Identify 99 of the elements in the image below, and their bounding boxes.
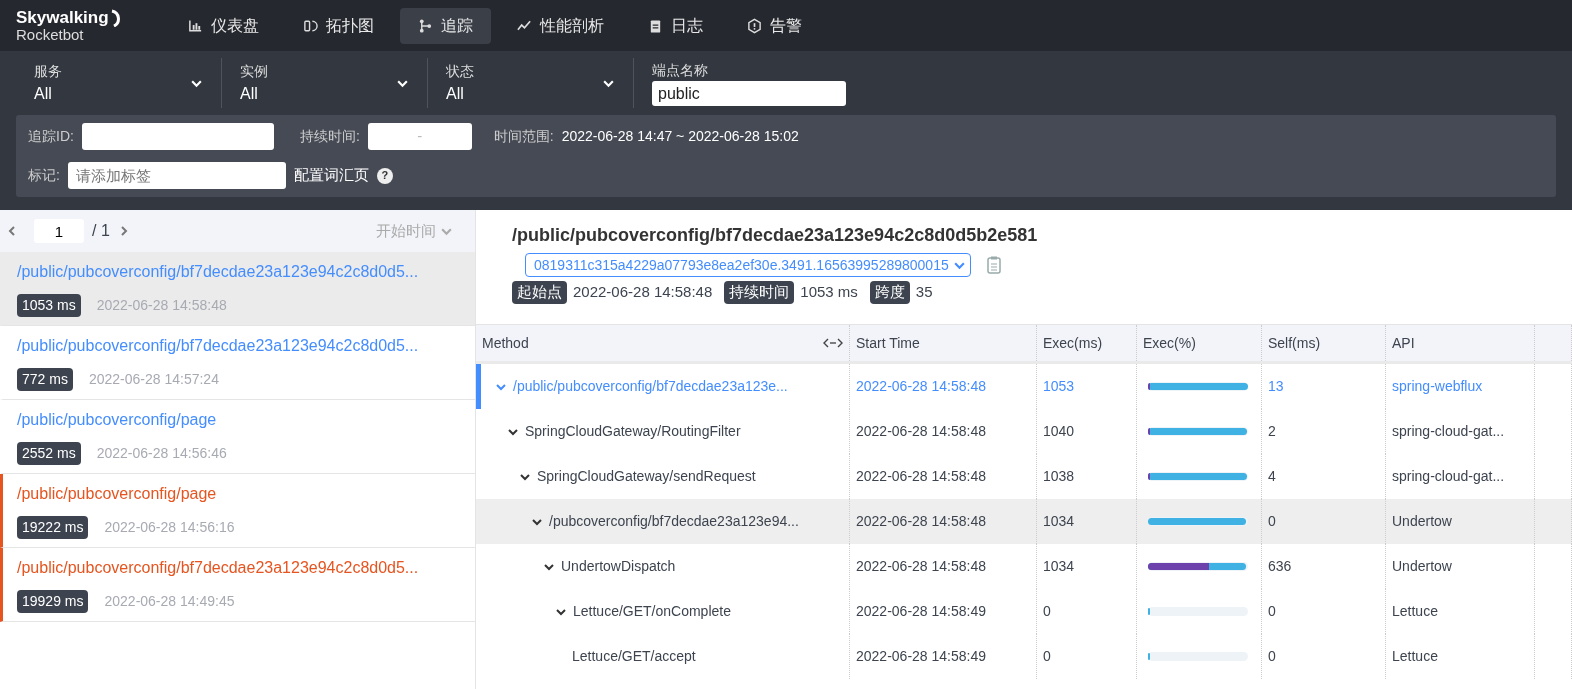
api-name: spring-webflux	[1392, 377, 1483, 396]
start-time: 2022-06-28 14:58:48	[856, 512, 986, 531]
filter-select[interactable]: 实例 All	[222, 58, 428, 108]
api-name: spring-cloud-gat...	[1392, 422, 1505, 441]
start-time: 2022-06-28 14:58:49	[856, 647, 986, 666]
trace-time: 2022-06-28 14:56:46	[96, 444, 227, 463]
column-header: Exec(ms)	[1043, 333, 1103, 353]
field-label: 持续时间:	[299, 127, 360, 146]
trace-id-field[interactable]	[81, 123, 274, 150]
meta-value: 2022-06-28 14:58:48	[573, 282, 713, 302]
duration-tag: 772 ms	[17, 368, 73, 391]
exec-ms: 0	[1043, 647, 1051, 666]
column-header: Method	[482, 333, 530, 353]
exec-ms: 1038	[1043, 467, 1075, 486]
trace-time: 2022-06-28 14:58:48	[96, 296, 227, 315]
self-ms: 0	[1268, 602, 1276, 621]
nav-tab[interactable]: 告警	[729, 7, 820, 44]
duration-tag: 19222 ms	[17, 516, 89, 539]
self-ms: 0	[1268, 647, 1276, 666]
field-label: 追踪ID:	[28, 127, 74, 146]
span-method: SpringCloudGateway/sendRequest	[537, 467, 756, 486]
span-row[interactable]: SpringCloudGateway/RoutingFilter 2022-06-28 14:58:48 1040 2 spring-cloud-gat...	[476, 409, 1572, 454]
start-time: 2022-06-28 14:58:49	[856, 602, 986, 621]
span-row[interactable]: Lettuce/GET/accept 2022-06-28 14:58:49 0 0 Lettuce	[476, 634, 1572, 679]
column-header: API	[1392, 333, 1415, 353]
span-row[interactable]: Lettuce/GET/onComplete 2022-06-28 14:58:49 0 0 Lettuce	[476, 589, 1572, 634]
column-header: Start Time	[856, 333, 920, 353]
meta-tag: 起始点	[512, 281, 567, 304]
trace-time: 2022-06-28 14:57:24	[88, 370, 219, 389]
nav-tab[interactable]: 日志	[630, 7, 721, 44]
filter-select[interactable]: 状态 All	[428, 58, 634, 108]
api-name: Undertow	[1392, 557, 1452, 576]
trace-list-item[interactable]: /public/pubcoverconfig/page 2552 ms 2022-06-28 14:56:46	[0, 400, 475, 474]
clipboard-icon[interactable]	[986, 256, 1001, 274]
span-method: SpringCloudGateway/RoutingFilter	[525, 422, 741, 441]
start-time: 2022-06-28 14:58:48	[856, 422, 986, 441]
nav-tab[interactable]: 拓扑图	[285, 7, 392, 44]
field-label: 标记:	[28, 166, 60, 185]
self-ms: 4	[1268, 467, 1276, 486]
api-name: Lettuce	[1392, 647, 1438, 666]
span-method: UndertowDispatch	[561, 557, 676, 576]
chart-icon	[188, 17, 203, 34]
api-name: Undertow	[1392, 512, 1452, 531]
exec-ms: 1034	[1043, 557, 1075, 576]
clipboard-icon	[648, 17, 663, 34]
start-time: 2022-06-28 14:58:48	[856, 377, 986, 396]
self-ms: 636	[1268, 557, 1292, 576]
tags-field[interactable]: 请添加标签	[67, 162, 286, 189]
branch-icon	[418, 17, 433, 34]
config-link[interactable]: 配置词汇页	[293, 164, 369, 187]
brand-subtitle: Rocketbot	[16, 27, 85, 42]
span-method: /pubcoverconfig/bf7decdae23a123e94...	[549, 512, 799, 531]
nav-tab[interactable]: 追踪	[400, 7, 491, 44]
self-ms: 13	[1268, 377, 1284, 396]
start-time: 2022-06-28 14:58:48	[856, 557, 986, 576]
meta-tag: 持续时间	[724, 281, 795, 304]
previous-page-icon[interactable]	[6, 225, 18, 237]
trace-list-item[interactable]: /public/pubcoverconfig/bf7decdae23a123e94c2c8d0d5... 772 ms 2022-06-28 14:57:24	[0, 326, 475, 400]
api-name: spring-cloud-gat...	[1392, 467, 1505, 486]
duration-tag: 1053 ms	[17, 294, 81, 317]
alert-icon	[747, 17, 762, 34]
endpoint-field[interactable]: public	[652, 81, 846, 106]
exec-ms: 1053	[1043, 377, 1075, 396]
meta-value: 1053 ms	[800, 282, 858, 302]
trace-time: 2022-06-28 14:49:45	[104, 592, 235, 611]
trace-list-item[interactable]: /public/pubcoverconfig/bf7decdae23a123e94c2c8d0d5... 1053 ms 2022-06-28 14:58:48	[0, 252, 475, 326]
brand-name: Skywalking	[16, 9, 109, 26]
nav-tab[interactable]: 仪表盘	[170, 7, 277, 44]
column-header: Self(ms)	[1268, 333, 1321, 353]
time-range-value: 2022-06-28 14:47 ~ 2022-06-28 15:02	[561, 127, 799, 146]
span-method: Lettuce/GET/accept	[572, 647, 696, 666]
trace-list-item[interactable]: /public/pubcoverconfig/page 19222 ms 2022-06-28 14:56:16	[0, 474, 475, 548]
filter-select[interactable]: 服务 All	[16, 58, 222, 108]
span-method: Lettuce/GET/onComplete	[573, 602, 731, 621]
exec-ms: 0	[1043, 602, 1051, 621]
meta-value: 35	[915, 282, 933, 302]
start-time: 2022-06-28 14:58:48	[856, 467, 986, 486]
exec-ms: 1034	[1043, 512, 1075, 531]
span-method: /public/pubcoverconfig/bf7decdae23a123e...	[513, 377, 788, 396]
field-label: 时间范围:	[493, 127, 554, 146]
duration-tag: 2552 ms	[17, 442, 81, 465]
self-ms: 2	[1268, 422, 1276, 441]
exec-ms: 1040	[1043, 422, 1075, 441]
span-row[interactable]: /pubcoverconfig/bf7decdae23a123e94... 2022-06-28 14:58:48 1034 0 Undertow	[476, 499, 1572, 544]
trace-title: /public/pubcoverconfig/bf7decdae23a123e94c2c8d0d5b2e581	[512, 224, 1039, 247]
trace-list-item[interactable]: /public/pubcoverconfig/bf7decdae23a123e94c2c8d0d5... 19929 ms 2022-06-28 14:49:45	[0, 548, 475, 622]
resize-icon[interactable]	[823, 338, 843, 348]
api-name: Lettuce	[1392, 602, 1438, 621]
help-icon[interactable]: ?	[376, 167, 393, 184]
duration-tag: 19929 ms	[17, 590, 89, 613]
page-total: / 1	[92, 221, 110, 241]
meta-tag: 跨度	[869, 281, 910, 304]
column-header: Exec(%)	[1143, 333, 1196, 353]
trace-time: 2022-06-28 14:56:16	[104, 518, 235, 537]
field-label: 端点名称	[652, 61, 709, 80]
page-field[interactable]: 1	[34, 219, 84, 243]
self-ms: 0	[1268, 512, 1276, 531]
span-row[interactable]: UndertowDispatch 2022-06-28 14:58:48 1034 636 Undertow	[476, 544, 1572, 589]
nav-tab[interactable]: 性能剖析	[499, 7, 622, 44]
